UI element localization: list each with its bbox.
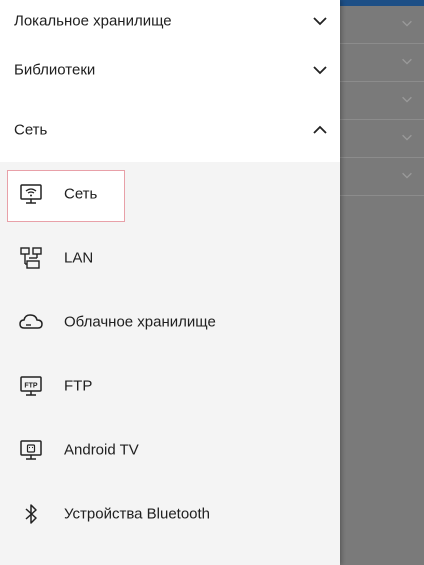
ftp-icon: FTP (20, 376, 42, 396)
chevron-down-icon[interactable] (312, 13, 328, 29)
network-item-ftp[interactable]: FTP FTP (0, 354, 340, 418)
android-tv-icon (20, 440, 42, 460)
bluetooth-icon (25, 504, 37, 524)
cloud-icon (19, 314, 43, 329)
chevron-up-icon[interactable] (312, 122, 328, 138)
background-row (340, 158, 424, 196)
network-item-label: Android TV (64, 441, 139, 459)
section-label: Локальное хранилище (14, 12, 172, 30)
network-items-list: Сеть LAN Облачное хранилище FTP FTP Andr… (0, 162, 340, 546)
network-item-android-tv[interactable]: Android TV (0, 418, 340, 482)
background-row (340, 6, 424, 44)
network-item-bluetooth[interactable]: Устройства Bluetooth (0, 482, 340, 546)
section-label: Сеть (14, 121, 48, 139)
background-list (340, 6, 424, 196)
network-item-network[interactable]: Сеть (0, 162, 340, 226)
section-libraries[interactable]: Библиотеки (0, 42, 340, 98)
chevron-down-icon[interactable] (312, 62, 328, 78)
background-row (340, 120, 424, 158)
network-item-label: LAN (64, 249, 94, 267)
network-item-label: Устройства Bluetooth (64, 505, 211, 523)
navigation-drawer: Локальное хранилище Библиотеки Сеть Сеть (0, 0, 340, 565)
chevron-down-icon (402, 58, 412, 65)
section-network[interactable]: Сеть (0, 98, 340, 162)
network-item-lan[interactable]: LAN (0, 226, 340, 290)
background-row (340, 82, 424, 120)
section-label: Библиотеки (14, 61, 96, 79)
section-local-storage[interactable]: Локальное хранилище (0, 0, 340, 42)
network-item-cloud-storage[interactable]: Облачное хранилище (0, 290, 340, 354)
network-item-label: FTP (64, 377, 93, 395)
network-monitor-icon (20, 184, 42, 204)
chevron-down-icon (402, 134, 412, 141)
background-row (340, 44, 424, 82)
chevron-down-icon (402, 96, 412, 103)
chevron-down-icon (402, 20, 412, 27)
chevron-down-icon (402, 172, 412, 179)
lan-icon (20, 247, 42, 269)
network-item-label: Сеть (64, 185, 98, 203)
network-item-label: Облачное хранилище (64, 313, 216, 331)
svg-text:FTP: FTP (24, 383, 38, 390)
